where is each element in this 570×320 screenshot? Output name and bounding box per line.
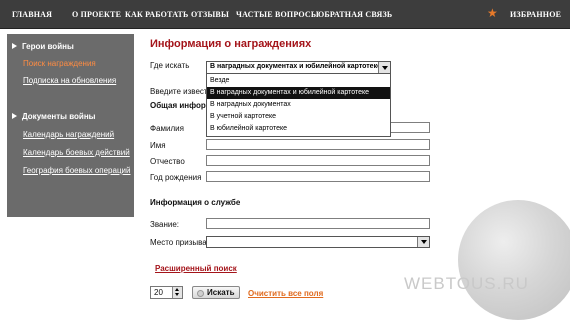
patronymic-label: Отчество — [150, 157, 185, 166]
clear-fields-link[interactable]: Очистить все поля — [248, 289, 323, 298]
where-select-value: В наградных документах и юбилейной карто… — [210, 63, 381, 70]
dropdown-option-jubilee-cards[interactable]: В юбилейной картотеке — [207, 123, 390, 135]
patronymic-field[interactable] — [206, 155, 430, 166]
dropdown-option-record-cards[interactable]: В учетной картотеке — [207, 111, 390, 123]
arrow-right-icon — [12, 113, 17, 119]
search-icon — [197, 290, 204, 297]
top-navigation: ГЛАВНАЯ О ПРОЕКТЕ КАК РАБОТАТЬ ОТЗЫВЫ ЧА… — [0, 0, 570, 29]
select-arrow[interactable] — [378, 62, 390, 73]
sidebar-item-battle-calendar[interactable]: Календарь боевых действий — [23, 148, 130, 157]
sidebar-item-award-calendar[interactable]: Календарь награждений — [23, 130, 114, 139]
where-dropdown-list[interactable]: Везде В наградных документах и юбилейной… — [206, 73, 391, 137]
nav-how-it-works[interactable]: КАК РАБОТАТЬ — [125, 10, 189, 19]
birth-year-label: Год рождения — [150, 173, 202, 182]
where-label: Где искать — [150, 61, 190, 70]
star-icon[interactable]: ★ — [487, 7, 498, 19]
sidebar-item-operations-geography[interactable]: География боевых операций — [23, 166, 130, 175]
sidebar-heading-documents: Документы войны — [12, 112, 95, 121]
first-name-label: Имя — [150, 141, 166, 150]
first-name-field[interactable] — [206, 139, 430, 150]
sidebar-item-subscribe[interactable]: Подписка на обновления — [23, 76, 116, 85]
chevron-up-icon[interactable] — [175, 288, 179, 291]
chevron-down-icon — [421, 240, 427, 244]
globe-watermark-icon — [458, 200, 570, 320]
nav-favorites[interactable]: ИЗБРАННОЕ — [510, 10, 561, 19]
sidebar-heading-heroes: Герои войны — [12, 42, 74, 51]
nav-reviews[interactable]: ОТЗЫВЫ — [191, 10, 229, 19]
nav-feedback[interactable]: ОБРАТНАЯ СВЯЗЬ — [318, 10, 392, 19]
surname-label: Фамилия — [150, 124, 184, 133]
sidebar: Герои войны Поиск награждения Подписка н… — [7, 34, 134, 217]
nav-faq[interactable]: ЧАСТЫЕ ВОПРОСЫ — [236, 10, 319, 19]
advanced-search-link[interactable]: Расширенный поиск — [155, 264, 237, 273]
nav-about[interactable]: О ПРОЕКТЕ — [72, 10, 121, 19]
dropdown-option-award-and-jubilee[interactable]: В наградных документах и юбилейной карто… — [207, 87, 390, 99]
dropdown-option-everywhere[interactable]: Везде — [207, 75, 390, 87]
search-button-label: Искать — [207, 288, 235, 297]
birth-year-field[interactable] — [206, 171, 430, 182]
select-arrow[interactable] — [417, 237, 429, 247]
stepper-buttons[interactable] — [172, 287, 182, 298]
page-title: Информация о награждениях — [150, 38, 312, 50]
per-page-value: 20 — [154, 288, 163, 297]
arrow-right-icon — [12, 43, 17, 49]
conscription-label: Место призыва: — [150, 238, 209, 247]
search-button[interactable]: Искать — [192, 286, 240, 299]
chevron-down-icon — [382, 66, 388, 70]
rank-field[interactable] — [206, 218, 430, 229]
dropdown-option-award-documents[interactable]: В наградных документах — [207, 99, 390, 111]
per-page-stepper[interactable]: 20 — [150, 286, 183, 299]
chevron-down-icon[interactable] — [175, 293, 179, 296]
conscription-select[interactable] — [206, 236, 430, 248]
rank-label: Звание: — [150, 220, 179, 229]
sidebar-item-award-search[interactable]: Поиск награждения — [23, 59, 96, 68]
nav-home[interactable]: ГЛАВНАЯ — [12, 10, 52, 19]
service-info-heading: Информация о службе — [150, 198, 241, 207]
watermark: WEBTOUS.RU — [404, 274, 529, 293]
enter-known-label: Введите известн — [150, 87, 212, 96]
